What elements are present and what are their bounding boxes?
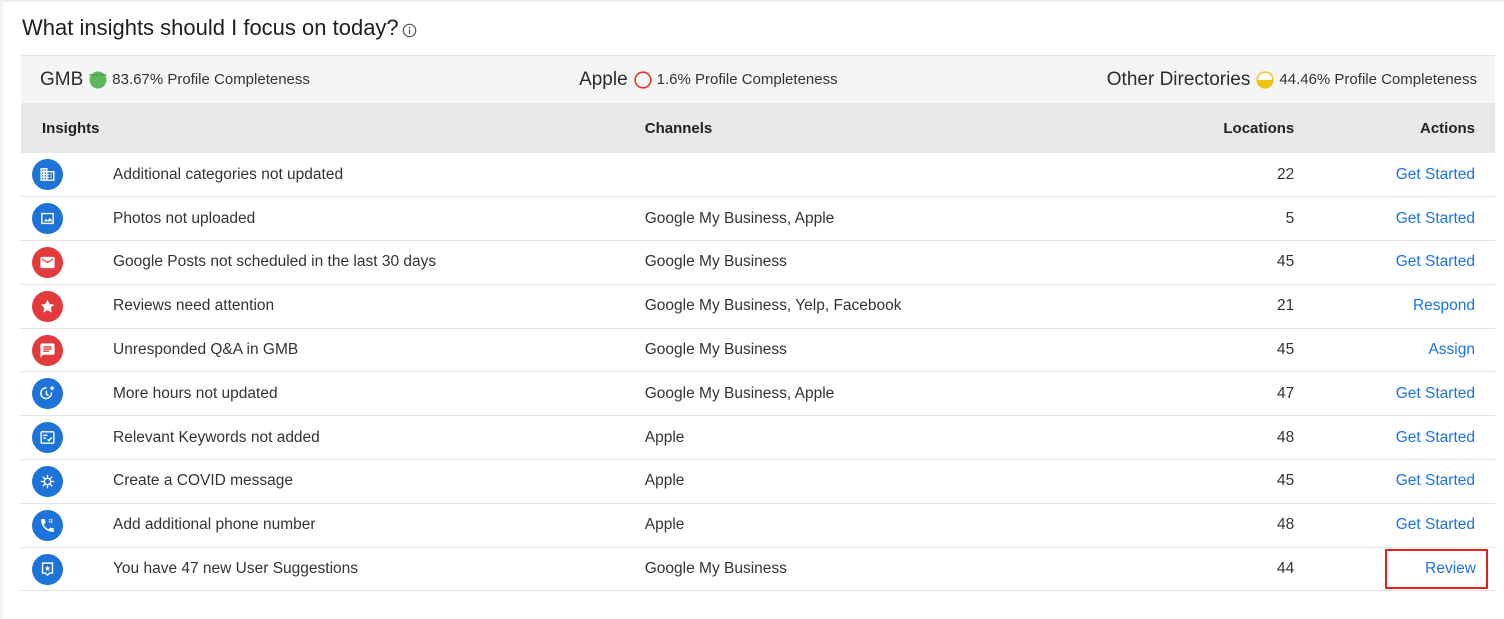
page-title: What insights should I focus on today? — [22, 15, 417, 41]
mail-icon — [32, 246, 63, 278]
top-divider — [0, 0, 1504, 2]
channels-text: Google My Business — [644, 253, 787, 271]
insight-text: Photos not uploaded — [113, 209, 256, 227]
completeness-summary: GMB 83.67% Profile Completeness Apple 1.… — [21, 55, 1495, 103]
summary-text: 1.6% Profile Completeness — [656, 71, 838, 88]
get-started-link[interactable]: Get Started — [1396, 516, 1475, 533]
clock-plus-icon — [32, 378, 63, 410]
half-circle-status-icon — [1256, 70, 1274, 89]
get-started-link[interactable]: Get Started — [1396, 429, 1475, 446]
insight-text: You have 47 new User Suggestions — [113, 560, 359, 578]
page-title-text: What insights should I focus on today? — [22, 15, 399, 40]
review-highlight-box: Review — [1385, 549, 1488, 590]
table-header-row: Insights Channels Locations Actions — [21, 103, 1495, 153]
building-icon — [32, 159, 63, 191]
suggestion-icon — [32, 553, 63, 585]
phone-icon — [32, 509, 63, 541]
channels-text: Google My Business, Yelp, Facebook — [644, 297, 902, 315]
insight-text: Google Posts not scheduled in the last 3… — [113, 253, 437, 271]
locations-count: 47 — [1276, 384, 1295, 402]
respond-link[interactable]: Respond — [1413, 297, 1475, 314]
table-row: Reviews need attention Google My Busines… — [21, 284, 1495, 329]
channels-text: Google My Business, Apple — [644, 209, 835, 227]
full-circle-status-icon — [89, 71, 107, 88]
empty-circle-status-icon — [634, 70, 652, 89]
channels-text — [645, 153, 1165, 197]
table-row: Unresponded Q&A in GMB Google My Busines… — [21, 328, 1495, 372]
channels-text: Apple — [644, 516, 685, 534]
insight-text: Unresponded Q&A in GMB — [113, 341, 299, 359]
insight-text: Additional categories not updated — [113, 165, 344, 183]
table-row: Google Posts not scheduled in the last 3… — [21, 241, 1495, 285]
locations-count: 5 — [1285, 209, 1295, 227]
table-row: More hours not updated Google My Busines… — [21, 372, 1495, 416]
summary-name: GMB — [40, 68, 84, 90]
header-insights: Insights — [42, 119, 100, 137]
table-row: Additional categories not updated 22 Get… — [21, 153, 1495, 197]
locations-count: 45 — [1276, 253, 1295, 271]
left-edge — [0, 0, 3, 619]
summary-text: 83.67% Profile Completeness — [112, 71, 310, 88]
table-row: You have 47 new User Suggestions Google … — [21, 547, 1495, 591]
header-locations: Locations — [1223, 119, 1295, 137]
table-row: Add additional phone number Apple 48 Get… — [21, 503, 1495, 548]
header-actions: Actions — [1419, 119, 1475, 137]
header-channels: Channels — [644, 119, 713, 137]
photo-icon — [32, 203, 63, 235]
insight-text: More hours not updated — [113, 384, 278, 402]
insight-text: Add additional phone number — [113, 516, 316, 534]
assign-link[interactable]: Assign — [1428, 341, 1475, 358]
locations-count: 45 — [1276, 472, 1295, 490]
locations-count: 45 — [1276, 341, 1295, 359]
channels-text: Google My Business — [644, 560, 787, 578]
insight-text: Reviews need attention — [113, 297, 275, 315]
insights-panel: What insights should I focus on today? G… — [0, 0, 1504, 619]
summary-name: Apple — [579, 68, 628, 90]
table-row: Photos not uploaded Google My Business, … — [21, 197, 1495, 241]
channels-text: Apple — [644, 428, 685, 446]
get-started-link[interactable]: Get Started — [1396, 210, 1475, 227]
channels-text: Apple — [644, 472, 685, 490]
table-row: Create a COVID message Apple 45 Get Star… — [21, 460, 1495, 504]
summary-text: 44.46% Profile Completeness — [1279, 71, 1477, 88]
locations-count: 21 — [1276, 297, 1295, 315]
locations-count: 48 — [1276, 428, 1295, 446]
get-started-link[interactable]: Get Started — [1396, 253, 1475, 270]
checklist-icon — [32, 422, 63, 454]
summary-apple: Apple 1.6% Profile Completeness — [579, 69, 838, 91]
review-link[interactable]: Review — [1425, 560, 1476, 577]
table-row: Relevant Keywords not added Apple 48 Get… — [21, 416, 1495, 460]
summary-gmb: GMB 83.67% Profile Completeness — [40, 69, 310, 91]
channels-text: Google My Business, Apple — [644, 384, 835, 402]
virus-icon — [32, 465, 63, 497]
chat-icon — [32, 334, 63, 366]
info-icon[interactable] — [402, 23, 417, 38]
channels-text: Google My Business — [644, 341, 787, 359]
get-started-link[interactable]: Get Started — [1396, 385, 1475, 402]
locations-count: 48 — [1276, 516, 1295, 534]
insight-text: Relevant Keywords not added — [113, 428, 320, 446]
get-started-link[interactable]: Get Started — [1396, 472, 1475, 489]
summary-name: Other Directories — [1106, 68, 1251, 90]
locations-count: 22 — [1276, 165, 1295, 183]
star-icon — [32, 290, 63, 322]
insight-text: Create a COVID message — [113, 472, 294, 490]
get-started-link[interactable]: Get Started — [1396, 166, 1475, 183]
summary-other-directories: Other Directories 44.46% Profile Complet… — [1107, 69, 1477, 91]
insights-table: Insights Channels Locations Actions Addi… — [21, 103, 1495, 591]
locations-count: 44 — [1276, 560, 1295, 578]
